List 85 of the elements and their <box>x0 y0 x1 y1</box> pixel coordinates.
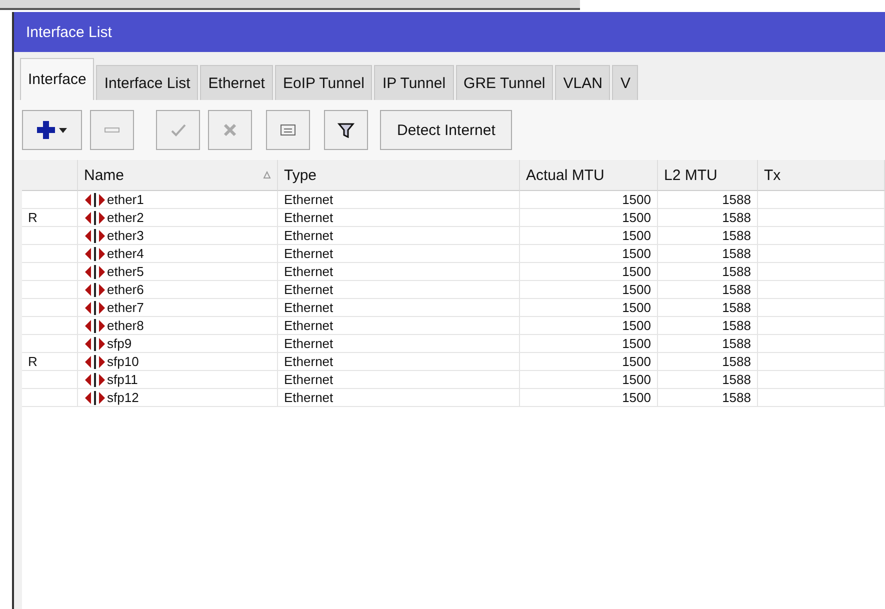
interface-name: sfp10 <box>107 354 139 369</box>
l2-mtu-cell: 1588 <box>658 191 758 209</box>
comment-button[interactable] <box>266 110 310 150</box>
l2-mtu-cell: 1588 <box>658 209 758 227</box>
ethernet-icon <box>84 318 106 332</box>
l2-mtu-cell: 1588 <box>658 299 758 317</box>
column-header[interactable]: L2 MTU <box>658 160 758 191</box>
column-header[interactable]: Type <box>278 160 520 191</box>
type-cell: Ethernet <box>278 245 520 263</box>
l2-mtu-cell: 1588 <box>658 317 758 335</box>
interface-name: ether5 <box>107 264 144 279</box>
l2-mtu-cell: 1588 <box>658 371 758 389</box>
flag-cell: R <box>22 353 78 371</box>
actual-mtu-cell: 1500 <box>520 281 658 299</box>
tab[interactable]: VLAN <box>555 65 610 100</box>
ethernet-icon <box>84 336 106 350</box>
type-cell: Ethernet <box>278 263 520 281</box>
interface-name: ether8 <box>107 318 144 333</box>
type-cell: Ethernet <box>278 191 520 209</box>
type-cell: Ethernet <box>278 281 520 299</box>
l2-mtu-cell: 1588 <box>658 335 758 353</box>
ethernet-icon <box>84 390 106 404</box>
l2-mtu-cell: 1588 <box>658 263 758 281</box>
filter-icon <box>336 122 356 138</box>
detect-internet-button[interactable]: Detect Internet <box>380 110 512 150</box>
actual-mtu-cell: 1500 <box>520 371 658 389</box>
interface-name: sfp11 <box>107 372 138 387</box>
remove-button[interactable] <box>90 110 134 150</box>
ethernet-icon <box>84 372 106 386</box>
actual-mtu-cell: 1500 <box>520 227 658 245</box>
l2-mtu-cell: 1588 <box>658 281 758 299</box>
actual-mtu-cell: 1500 <box>520 245 658 263</box>
enable-button[interactable] <box>156 110 200 150</box>
filter-button[interactable] <box>324 110 368 150</box>
flag-cell: R <box>22 209 78 227</box>
tab[interactable]: Interface List <box>96 65 198 100</box>
ethernet-icon <box>84 228 106 242</box>
actual-mtu-cell: 1500 <box>520 299 658 317</box>
type-cell: Ethernet <box>278 227 520 245</box>
add-button[interactable] <box>22 110 82 150</box>
actual-mtu-cell: 1500 <box>520 353 658 371</box>
interface-name: sfp12 <box>107 390 139 405</box>
l2-mtu-cell: 1588 <box>658 353 758 371</box>
type-cell: Ethernet <box>278 335 520 353</box>
column-header[interactable]: Tx <box>758 160 885 191</box>
l2-mtu-cell: 1588 <box>658 245 758 263</box>
type-cell: Ethernet <box>278 371 520 389</box>
actual-mtu-cell: 1500 <box>520 317 658 335</box>
ethernet-icon <box>84 354 106 368</box>
ethernet-icon <box>84 192 106 206</box>
interface-name: ether4 <box>107 246 144 261</box>
interface-name: ether2 <box>107 210 144 225</box>
ethernet-icon <box>84 264 106 278</box>
interface-name: ether7 <box>107 300 144 315</box>
type-cell: Ethernet <box>278 209 520 227</box>
disable-button[interactable] <box>208 110 252 150</box>
note-icon <box>278 122 298 138</box>
tab[interactable]: GRE Tunnel <box>456 65 554 100</box>
tab[interactable]: V <box>612 65 638 100</box>
type-cell: Ethernet <box>278 317 520 335</box>
type-cell: Ethernet <box>278 353 520 371</box>
column-header[interactable] <box>22 160 78 191</box>
window-title: Interface List <box>14 12 885 52</box>
interface-name: ether1 <box>107 192 144 207</box>
l2-mtu-cell: 1588 <box>658 227 758 245</box>
interface-name: sfp9 <box>107 336 132 351</box>
actual-mtu-cell: 1500 <box>520 191 658 209</box>
column-header[interactable]: Actual MTU <box>520 160 658 191</box>
actual-mtu-cell: 1500 <box>520 263 658 281</box>
sort-icon <box>263 171 271 179</box>
column-header[interactable]: Name <box>78 160 278 191</box>
interface-name: ether3 <box>107 228 144 243</box>
plus-icon <box>35 119 69 141</box>
ethernet-icon <box>84 246 106 260</box>
type-cell: Ethernet <box>278 299 520 317</box>
tab[interactable]: IP Tunnel <box>374 65 454 100</box>
actual-mtu-cell: 1500 <box>520 335 658 353</box>
tab[interactable]: EoIP Tunnel <box>274 65 372 100</box>
actual-mtu-cell: 1500 <box>520 209 658 227</box>
interface-name: ether6 <box>107 282 144 297</box>
ethernet-icon <box>84 210 106 224</box>
ethernet-icon <box>84 282 106 296</box>
tab[interactable]: Interface <box>20 58 94 100</box>
tab[interactable]: Ethernet <box>200 65 273 100</box>
ethernet-icon <box>84 300 106 314</box>
